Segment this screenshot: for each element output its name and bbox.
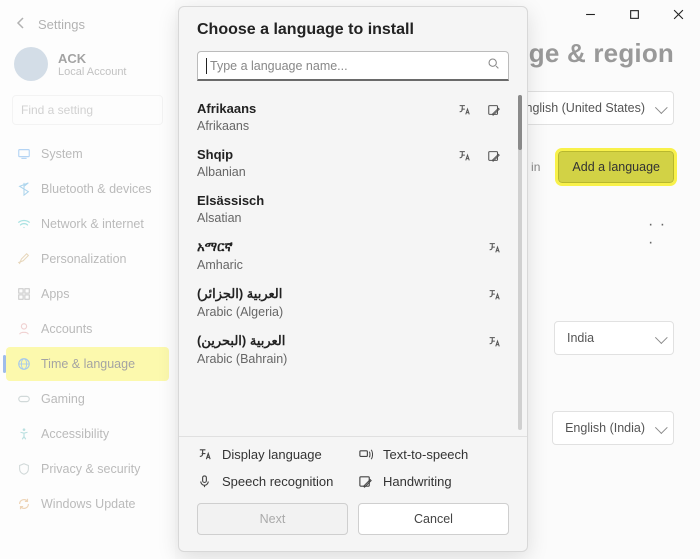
settings-header: Settings	[38, 17, 85, 32]
sidebar-item-accessibility[interactable]: Accessibility	[6, 417, 169, 451]
profile-name: ACK	[58, 51, 127, 66]
tts-icon	[487, 288, 501, 307]
apps-icon	[16, 287, 31, 302]
legend-hand: Handwriting	[358, 474, 509, 489]
install-language-dialog: Choose a language to install Type a lang…	[178, 6, 528, 552]
search-icon	[487, 57, 500, 75]
country-dropdown[interactable]: India	[554, 321, 674, 355]
legend-speech: Speech recognition	[197, 474, 348, 489]
profile-subtitle: Local Account	[58, 66, 127, 78]
sidebar-item-apps[interactable]: Apps	[6, 277, 169, 311]
sidebar-item-gaming[interactable]: Gaming	[6, 382, 169, 416]
legend-display: Display language	[197, 447, 348, 462]
language-option[interactable]: AfrikaansAfrikaans	[197, 93, 523, 139]
minimize-button[interactable]	[568, 0, 612, 28]
sidebar-item-update[interactable]: Windows Update	[6, 487, 169, 521]
language-option[interactable]: العربية (البحرين)Arabic (Bahrain)	[197, 325, 523, 372]
language-option[interactable]: አማርኛAmharic	[197, 231, 523, 278]
sidebar-item-network[interactable]: Network & internet	[6, 207, 169, 241]
globe-icon	[16, 357, 31, 372]
shield-icon	[16, 462, 31, 477]
mic-icon	[197, 474, 212, 489]
dialog-title: Choose a language to install	[179, 21, 527, 49]
update-icon	[16, 497, 31, 512]
maximize-button[interactable]	[612, 0, 656, 28]
system-icon	[16, 147, 31, 162]
brush-icon	[16, 252, 31, 267]
sidebar-item-time-language[interactable]: Time & language	[6, 347, 169, 381]
display-lang-icon	[197, 447, 212, 462]
tts-icon	[457, 103, 471, 122]
regional-format-dropdown[interactable]: English (India)	[552, 411, 674, 445]
sidebar-item-personalization[interactable]: Personalization	[6, 242, 169, 276]
language-option[interactable]: ElsässischAlsatian	[197, 185, 523, 231]
tts-icon	[457, 149, 471, 168]
more-button[interactable]: · · ·	[648, 221, 674, 247]
close-button[interactable]	[656, 0, 700, 28]
avatar[interactable]	[14, 47, 48, 81]
language-search-input[interactable]: Type a language name...	[197, 51, 509, 81]
handwriting-icon	[487, 103, 501, 122]
handwriting-icon	[487, 149, 501, 168]
bluetooth-icon	[16, 182, 31, 197]
sidebar-item-accounts[interactable]: Accounts	[6, 312, 169, 346]
cancel-button[interactable]: Cancel	[358, 503, 509, 535]
find-setting-input[interactable]: Find a setting	[12, 95, 163, 125]
person-icon	[16, 322, 31, 337]
accessibility-icon	[16, 427, 31, 442]
display-language-dropdown[interactable]: English (United States)	[504, 91, 674, 125]
sidebar-item-privacy[interactable]: Privacy & security	[6, 452, 169, 486]
next-button[interactable]: Next	[197, 503, 348, 535]
tts-icon	[487, 241, 501, 260]
sidebar-item-bluetooth[interactable]: Bluetooth & devices	[6, 172, 169, 206]
legend-tts: Text-to-speech	[358, 447, 509, 462]
sidebar-item-system[interactable]: System	[6, 137, 169, 171]
tts-icon	[358, 447, 373, 462]
handwriting-icon	[358, 474, 373, 489]
wifi-icon	[16, 217, 31, 232]
add-language-button[interactable]: Add a language	[558, 151, 674, 183]
language-list[interactable]: AfrikaansAfrikaansShqipAlbanianElsässisc…	[179, 89, 527, 436]
tts-icon	[487, 335, 501, 354]
language-option[interactable]: ShqipAlbanian	[197, 139, 523, 185]
language-option[interactable]: العربية (الجزائر)Arabic (Algeria)	[197, 278, 523, 325]
gaming-icon	[16, 392, 31, 407]
back-icon[interactable]	[14, 16, 28, 33]
